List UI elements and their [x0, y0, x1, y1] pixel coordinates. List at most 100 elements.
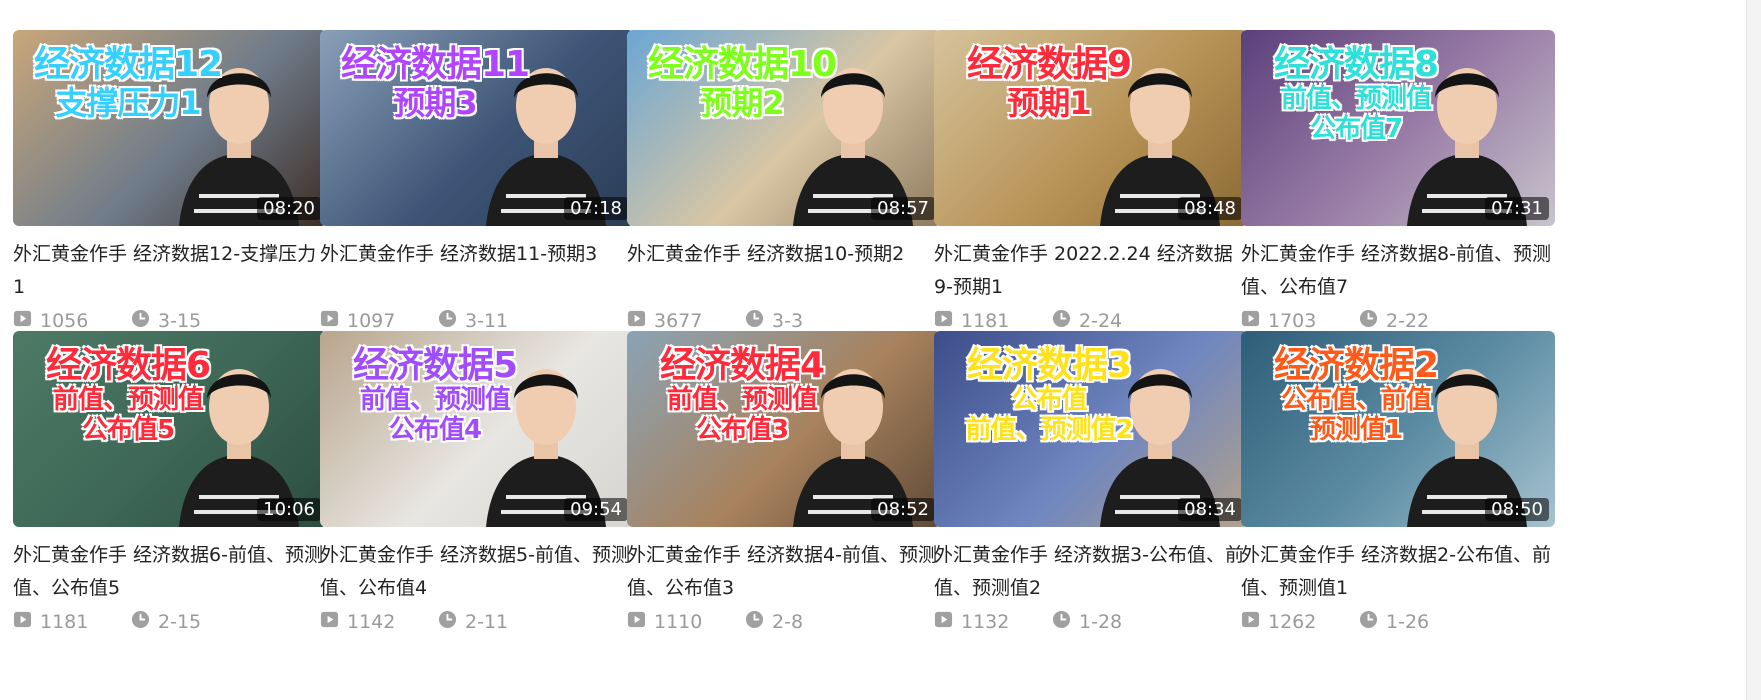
clock-icon: [131, 610, 158, 634]
view-count: 1110: [627, 610, 745, 634]
thumbnail-overlay-text: 经济数据6: [45, 345, 211, 386]
video-meta: 1056 3-15: [13, 309, 327, 333]
video-meta: 1703 2-22: [1241, 309, 1555, 332]
video-thumbnail[interactable]: 经济数据12 支撑压力1 08:20: [13, 30, 327, 226]
thumbnail-overlay-text: 公布值4: [388, 415, 482, 446]
video-meta: 1262 1-26: [1241, 610, 1555, 634]
video-card[interactable]: 经济数据8 前值、预测值 公布值7 07:31 外汇黄金作手 经济数据8-前值、预测值、…: [1241, 30, 1555, 332]
clock-icon: [1052, 610, 1079, 634]
video-card[interactable]: 经济数据3 公布值 前值、预测值2 08:34 外汇黄金作手 经济数据3-公布值、前值、…: [934, 331, 1248, 633]
upload-date-value: 3-3: [772, 310, 804, 332]
video-title[interactable]: 外汇黄金作手 经济数据2-公布值、前值、预测值1: [1241, 539, 1555, 605]
video-card[interactable]: 经济数据10 预期2 08:57 外汇黄金作手 经济数据10-预期2 3677 3-3: [627, 30, 941, 332]
view-count-value: 1181: [961, 310, 1010, 332]
duration-badge: 08:57: [871, 197, 935, 220]
clock-icon: [745, 309, 772, 333]
thumbnail-overlay-text: 前值、预测值: [52, 385, 204, 416]
thumbnail-overlay-text: 经济数据10: [647, 44, 837, 85]
thumbnail-overlay-text: 经济数据4: [659, 345, 825, 386]
thumbnail-overlay-text: 经济数据5: [352, 345, 518, 386]
upload-date: 3-11: [438, 309, 508, 333]
thumbnail-overlay-text: 预期2: [700, 84, 784, 123]
video-title[interactable]: 外汇黄金作手 经济数据10-预期2: [627, 238, 941, 304]
video-thumbnail[interactable]: 经济数据11 预期3 07:18: [320, 30, 634, 226]
video-card[interactable]: 经济数据9 预期1 08:48 外汇黄金作手 2022.2.24 经济数据9-预期1 1…: [934, 30, 1248, 332]
thumbnail-overlay: 经济数据5 前值、预测值 公布值4: [330, 345, 540, 446]
video-card[interactable]: 经济数据11 预期3 07:18 外汇黄金作手 经济数据11-预期3 1097 3-11: [320, 30, 634, 332]
video-title[interactable]: 外汇黄金作手 经济数据4-前值、预测值、公布值3: [627, 539, 941, 605]
video-title[interactable]: 外汇黄金作手 经济数据3-公布值、前值、预测值2: [934, 539, 1248, 605]
video-title[interactable]: 外汇黄金作手 经济数据12-支撑压力1: [13, 238, 327, 304]
thumbnail-overlay-text: 经济数据8: [1273, 44, 1439, 85]
thumbnail-overlay: 经济数据9 预期1: [944, 44, 1154, 122]
video-title[interactable]: 外汇黄金作手 经济数据11-预期3: [320, 238, 634, 304]
video-title[interactable]: 外汇黄金作手 经济数据6-前值、预测值、公布值5: [13, 539, 327, 605]
upload-date-value: 3-11: [465, 310, 509, 332]
duration-badge: 07:18: [564, 197, 628, 220]
thumbnail-overlay-text: 支撑压力1: [55, 84, 201, 123]
clock-icon: [1359, 610, 1386, 634]
duration-badge: 07:31: [1485, 197, 1549, 220]
thumbnail-overlay: 经济数据8 前值、预测值 公布值7: [1251, 44, 1461, 145]
video-thumbnail[interactable]: 经济数据5 前值、预测值 公布值4 09:54: [320, 331, 634, 527]
thumbnail-overlay: 经济数据4 前值、预测值 公布值3: [637, 345, 847, 446]
thumbnail-overlay-text: 公布值、前值: [1280, 385, 1432, 416]
video-card[interactable]: 经济数据5 前值、预测值 公布值4 09:54 外汇黄金作手 经济数据5-前值、预测值、…: [320, 331, 634, 633]
view-count: 3677: [627, 309, 745, 333]
duration-badge: 08:48: [1178, 197, 1242, 220]
thumbnail-overlay: 经济数据6 前值、预测值 公布值5: [23, 345, 233, 446]
thumbnail-overlay: 经济数据10 预期2: [637, 44, 847, 122]
clock-icon: [438, 610, 465, 634]
video-card[interactable]: 经济数据6 前值、预测值 公布值5 10:06 外汇黄金作手 经济数据6-前值、预测值、…: [13, 331, 327, 633]
video-thumbnail[interactable]: 经济数据3 公布值 前值、预测值2 08:34: [934, 331, 1248, 527]
thumbnail-overlay-text: 预期1: [1007, 84, 1091, 123]
video-grid: 经济数据12 支撑压力1 08:20 外汇黄金作手 经济数据12-支撑压力1 1056 3…: [0, 0, 1761, 700]
view-count-value: 1181: [40, 611, 89, 633]
upload-date: 1-26: [1359, 610, 1429, 634]
thumbnail-overlay: 经济数据12 支撑压力1: [23, 44, 233, 122]
thumbnail-overlay-text: 公布值7: [1309, 114, 1403, 145]
thumbnail-overlay: 经济数据2 公布值、前值 预测值1: [1251, 345, 1461, 446]
thumbnail-overlay-text: 公布值: [1011, 385, 1087, 416]
view-count: 1056: [13, 309, 131, 333]
video-card[interactable]: 经济数据2 公布值、前值 预测值1 08:50 外汇黄金作手 经济数据2-公布值、前值、…: [1241, 331, 1555, 633]
duration-badge: 08:20: [257, 197, 321, 220]
thumbnail-overlay-text: 公布值5: [81, 415, 175, 446]
view-count-value: 1132: [961, 611, 1010, 633]
video-title[interactable]: 外汇黄金作手 2022.2.24 经济数据9-预期1: [934, 238, 1248, 304]
duration-badge: 10:06: [257, 498, 321, 521]
thumbnail-overlay-text: 前值、预测值: [1280, 84, 1432, 115]
upload-date: 3-15: [131, 309, 201, 333]
thumbnail-overlay-text: 前值、预测值: [666, 385, 818, 416]
view-count-value: 1056: [40, 310, 89, 332]
video-thumbnail[interactable]: 经济数据9 预期1 08:48: [934, 30, 1248, 226]
video-meta: 1132 1-28: [934, 610, 1248, 634]
video-thumbnail[interactable]: 经济数据2 公布值、前值 预测值1 08:50: [1241, 331, 1555, 527]
view-count-value: 1110: [654, 611, 703, 633]
video-thumbnail[interactable]: 经济数据8 前值、预测值 公布值7 07:31: [1241, 30, 1555, 226]
thumbnail-overlay: 经济数据11 预期3: [330, 44, 540, 122]
upload-date-value: 2-15: [158, 611, 202, 633]
scrollbar[interactable]: [1746, 0, 1761, 700]
video-meta: 1181 2-15: [13, 610, 327, 634]
video-card[interactable]: 经济数据4 前值、预测值 公布值3 08:52 外汇黄金作手 经济数据4-前值、预测值、…: [627, 331, 941, 633]
video-thumbnail[interactable]: 经济数据6 前值、预测值 公布值5 10:06: [13, 331, 327, 527]
video-title[interactable]: 外汇黄金作手 经济数据5-前值、预测值、公布值4: [320, 539, 634, 605]
video-title[interactable]: 外汇黄金作手 经济数据8-前值、预测值、公布值7: [1241, 238, 1555, 304]
thumbnail-overlay-text: 预期3: [393, 84, 477, 123]
thumbnail-overlay-text: 公布值3: [695, 415, 789, 446]
video-thumbnail[interactable]: 经济数据10 预期2 08:57: [627, 30, 941, 226]
view-count: 1181: [934, 309, 1052, 333]
duration-badge: 08:34: [1178, 498, 1242, 521]
view-count-value: 1142: [347, 611, 396, 633]
video-meta: 1097 3-11: [320, 309, 634, 333]
clock-icon: [745, 610, 772, 634]
duration-badge: 08:50: [1485, 498, 1549, 521]
clock-icon: [131, 309, 158, 333]
upload-date-value: 2-8: [772, 611, 804, 633]
upload-date-value: 3-15: [158, 310, 202, 332]
play-count-icon: [627, 610, 654, 634]
play-count-icon: [1241, 610, 1268, 634]
video-card[interactable]: 经济数据12 支撑压力1 08:20 外汇黄金作手 经济数据12-支撑压力1 1056 3…: [13, 30, 327, 332]
video-thumbnail[interactable]: 经济数据4 前值、预测值 公布值3 08:52: [627, 331, 941, 527]
